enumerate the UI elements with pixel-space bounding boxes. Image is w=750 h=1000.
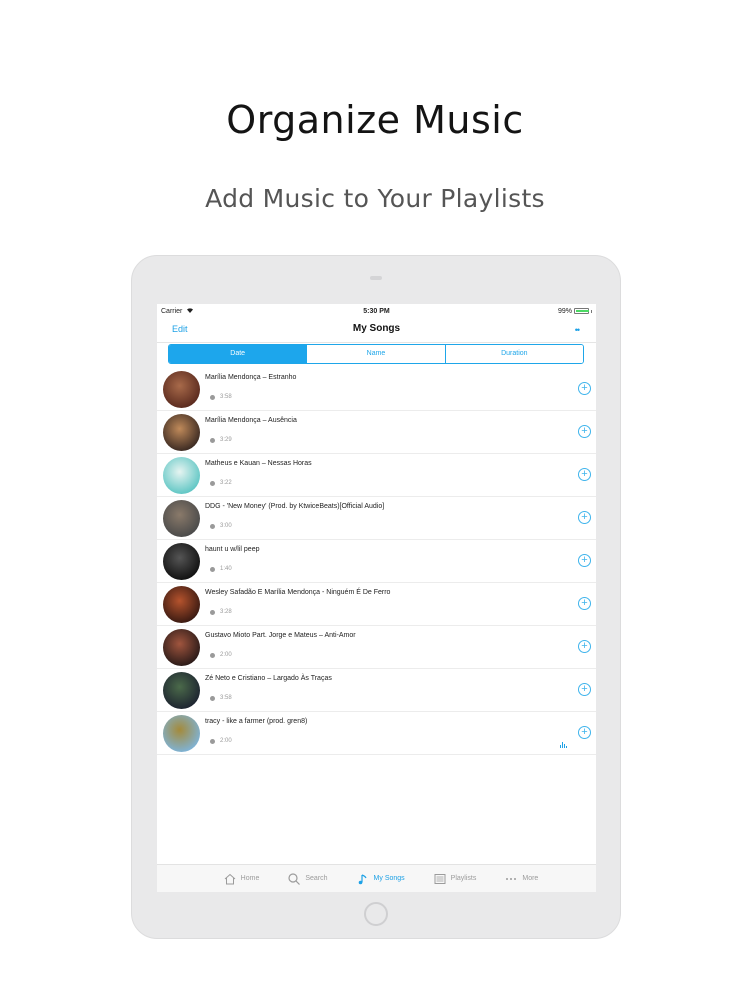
home-button[interactable]: [364, 902, 388, 926]
tab-search[interactable]: Search: [287, 865, 328, 892]
clock-icon: [210, 696, 215, 701]
song-title: Wesley Safadão E Marília Mendonça - Ning…: [205, 589, 391, 596]
tab-bar: Home Search My Songs Playlists More: [157, 864, 596, 892]
battery-tip: [591, 310, 592, 313]
promo-subheadline: Add Music to Your Playlists: [205, 184, 545, 213]
song-artwork: [163, 629, 200, 666]
status-bar: Carrier 5:30 PM 99%: [157, 304, 596, 319]
song-duration: 1:40: [220, 566, 232, 572]
tablet-frame: Carrier 5:30 PM 99% Edit My Songs •• Dat…: [131, 255, 621, 939]
add-to-playlist-button[interactable]: +: [578, 640, 591, 653]
song-list: Marília Mendonça – Estranho 3:58 + Marília …: [157, 368, 596, 755]
song-row[interactable]: Gustavo Mioto Part. Jorge e Mateus – Ant…: [157, 626, 596, 669]
add-to-playlist-button[interactable]: +: [578, 468, 591, 481]
tab-label: More: [522, 875, 539, 882]
navigation-bar: Edit My Songs ••: [157, 319, 596, 343]
add-to-playlist-button[interactable]: +: [578, 683, 591, 696]
song-title: haunt u w/lil peep: [205, 546, 260, 553]
status-battery-percent: 99%: [557, 308, 572, 315]
playlists-icon: [433, 872, 447, 886]
sort-tab-duration[interactable]: Duration: [444, 345, 583, 363]
add-to-playlist-button[interactable]: +: [578, 382, 591, 395]
song-title: Marília Mendonça – Estranho: [205, 374, 297, 381]
song-artwork: [163, 414, 200, 451]
song-artwork: [163, 672, 200, 709]
song-duration: 3:28: [220, 609, 232, 615]
song-row[interactable]: haunt u w/lil peep 1:40 +: [157, 540, 596, 583]
song-title: tracy - like a farmer (prod. gren8): [205, 718, 308, 725]
clock-icon: [210, 739, 215, 744]
clock-icon: [210, 438, 215, 443]
tab-label: Home: [240, 875, 260, 882]
add-to-playlist-button[interactable]: +: [578, 597, 591, 610]
page-title: My Songs: [352, 323, 401, 334]
song-title: DDG - 'New Money' (Prod. by KtwiceBeats)…: [205, 503, 385, 510]
app-screen: Carrier 5:30 PM 99% Edit My Songs •• Dat…: [157, 304, 596, 892]
clock-icon: [210, 653, 215, 658]
search-icon: [287, 872, 301, 886]
song-row[interactable]: Marília Mendonça – Estranho 3:58 +: [157, 368, 596, 411]
song-title: Zé Neto e Cristiano – Largado Às Traças: [205, 675, 332, 682]
clock-icon: [210, 567, 215, 572]
song-title: Marília Mendonça – Ausência: [205, 417, 297, 424]
song-duration: 3:58: [220, 695, 232, 701]
song-title: Gustavo Mioto Part. Jorge e Mateus – Ant…: [205, 632, 356, 639]
tab-label: Playlists: [450, 875, 477, 882]
more-icon: [504, 872, 518, 886]
sort-segmented-control: Date Name Duration: [168, 344, 584, 364]
song-artwork: [163, 586, 200, 623]
song-duration: 3:22: [220, 480, 232, 486]
song-artwork: [163, 543, 200, 580]
add-to-playlist-button[interactable]: +: [578, 511, 591, 524]
song-title: Matheus e Kauan – Nessas Horas: [205, 460, 312, 467]
song-duration: 2:00: [220, 738, 232, 744]
home-icon: [223, 872, 237, 886]
song-artwork: [163, 457, 200, 494]
clock-icon: [210, 395, 215, 400]
clock-icon: [210, 524, 215, 529]
clock-icon: [210, 481, 215, 486]
status-time: 5:30 PM: [363, 308, 390, 315]
battery-icon: [574, 308, 589, 314]
song-row[interactable]: Wesley Safadão E Marília Mendonça - Ning…: [157, 583, 596, 626]
song-duration: 2:00: [220, 652, 232, 658]
song-artwork: [163, 715, 200, 752]
song-row[interactable]: Zé Neto e Cristiano – Largado Às Traças 3…: [157, 669, 596, 712]
more-options-button[interactable]: ••: [575, 325, 580, 335]
song-duration: 3:00: [220, 523, 232, 529]
song-artwork: [163, 500, 200, 537]
tab-playlists[interactable]: Playlists: [433, 865, 477, 892]
song-duration: 3:58: [220, 394, 232, 400]
clock-icon: [210, 610, 215, 615]
song-row[interactable]: DDG - 'New Money' (Prod. by KtwiceBeats)…: [157, 497, 596, 540]
sort-tab-name[interactable]: Name: [306, 345, 445, 363]
tab-more[interactable]: More: [504, 865, 538, 892]
add-to-playlist-button[interactable]: +: [578, 726, 591, 739]
promo-headline: Organize Music: [226, 98, 524, 142]
song-duration: 3:29: [220, 437, 232, 443]
tab-my-songs[interactable]: My Songs: [356, 865, 405, 892]
song-artwork: [163, 371, 200, 408]
now-playing-icon: [560, 742, 567, 748]
song-row[interactable]: tracy - like a farmer (prod. gren8) 2:00 +: [157, 712, 596, 755]
song-row[interactable]: Marília Mendonça – Ausência 3:29 +: [157, 411, 596, 454]
tab-home[interactable]: Home: [223, 865, 260, 892]
tab-label: My Songs: [373, 875, 405, 882]
song-row[interactable]: Matheus e Kauan – Nessas Horas 3:22 +: [157, 454, 596, 497]
add-to-playlist-button[interactable]: +: [578, 554, 591, 567]
add-to-playlist-button[interactable]: +: [578, 425, 591, 438]
sort-tab-date[interactable]: Date: [169, 345, 307, 363]
tab-label: Search: [305, 875, 328, 882]
camera-icon: [370, 276, 382, 280]
music-note-icon: [356, 872, 370, 886]
